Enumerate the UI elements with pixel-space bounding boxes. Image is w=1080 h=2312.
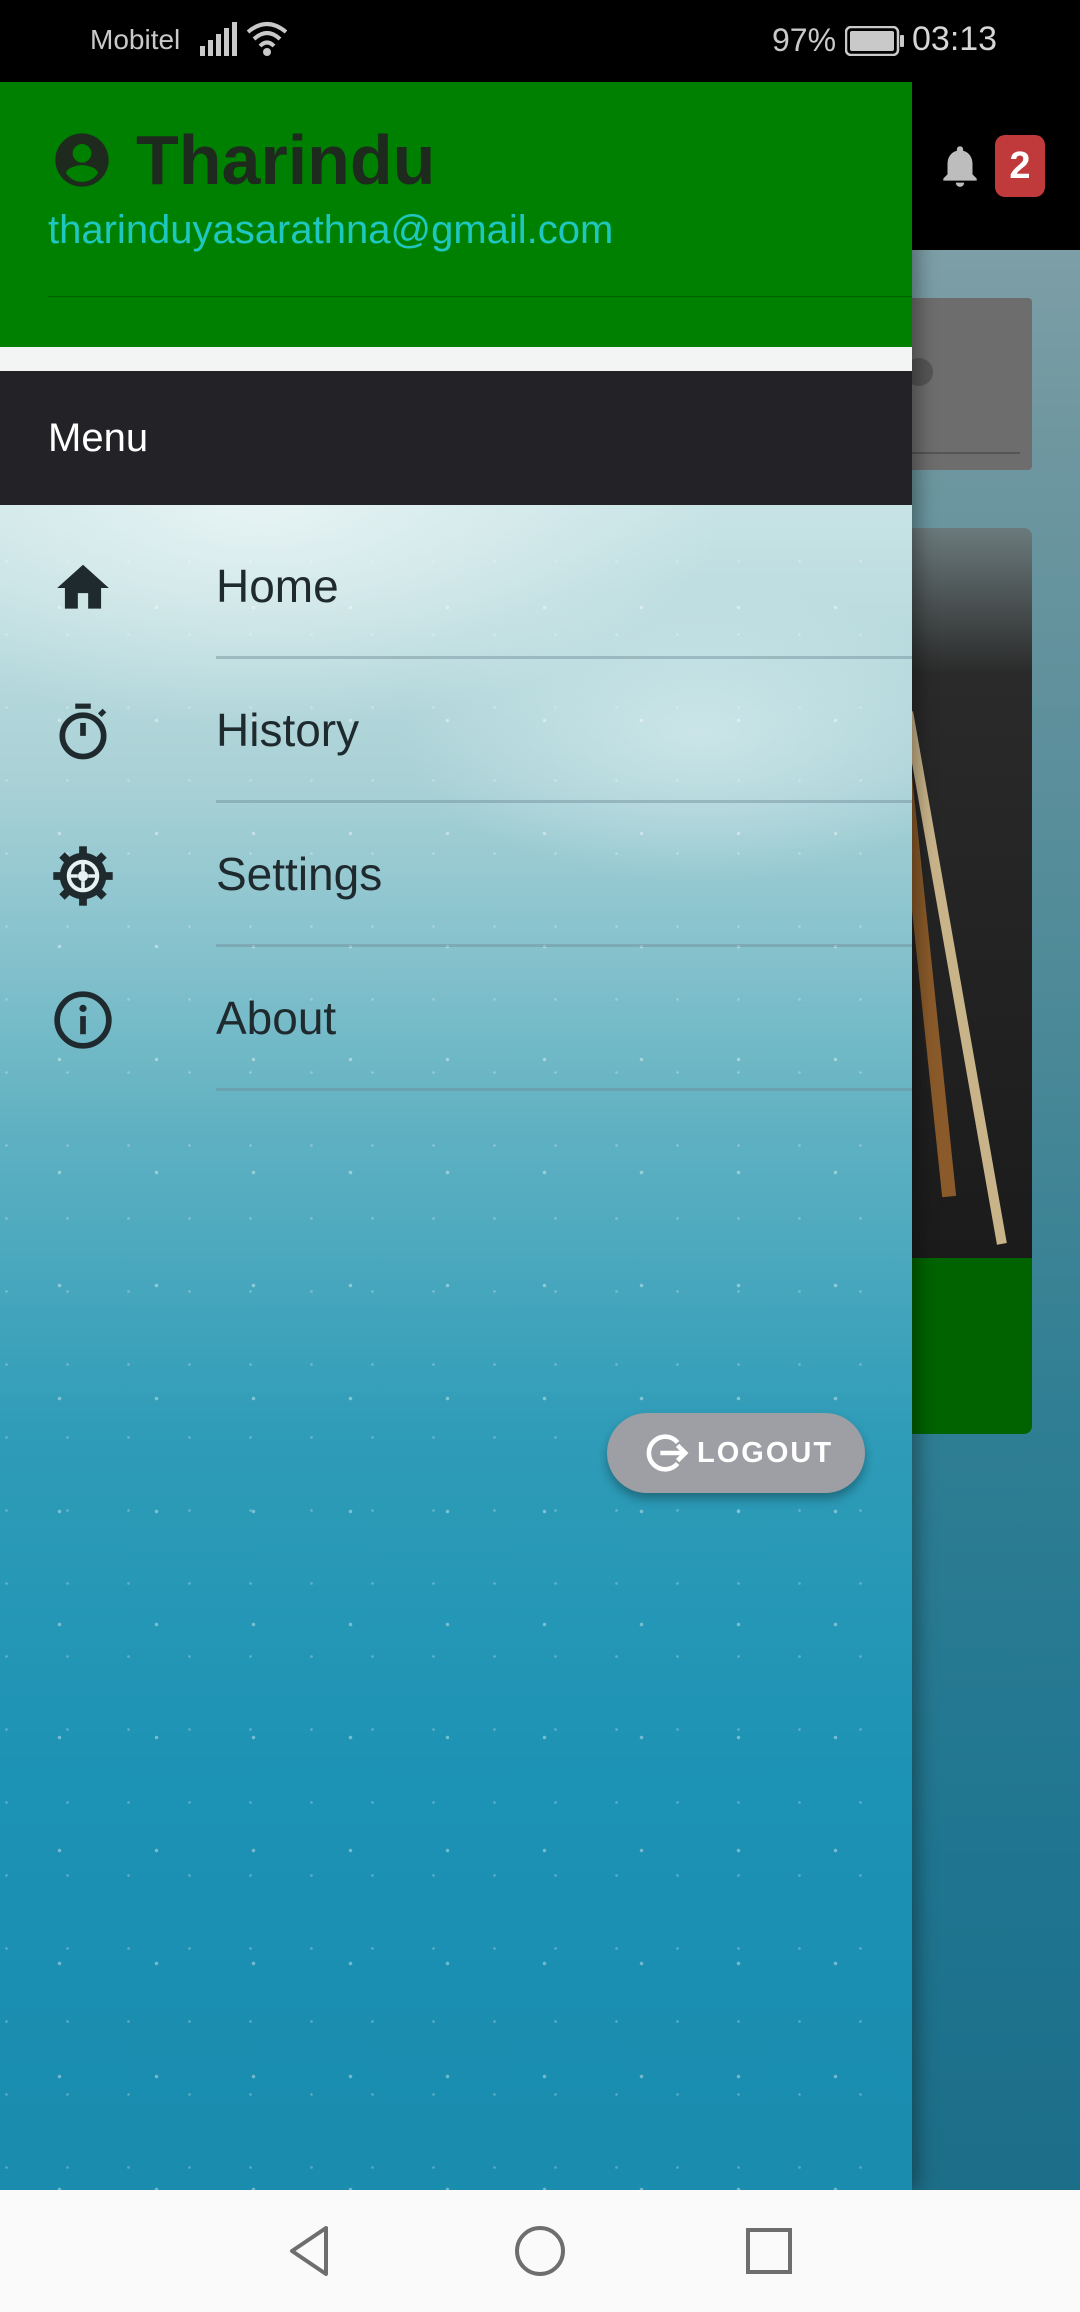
menu-item-label: Home <box>216 560 339 612</box>
user-name: Tharindu <box>136 121 436 199</box>
menu-bar: Menu <box>0 371 912 505</box>
back-icon[interactable] <box>278 2220 340 2282</box>
bell-icon <box>943 146 977 187</box>
menu-item-history[interactable]: History <box>0 659 912 803</box>
menu-item-label: About <box>216 992 337 1044</box>
logout-button[interactable]: LOGOUT <box>607 1413 865 1493</box>
account-circle-icon <box>55 133 109 187</box>
header-divider <box>48 296 912 297</box>
background-card <box>905 298 1032 470</box>
menu-title: Menu <box>48 415 149 460</box>
drawer-header: Tharindu tharinduyasarathna@gmail.com <box>0 82 912 347</box>
settings-icon <box>52 845 114 907</box>
background-image-card <box>887 528 1032 1258</box>
recents-square-icon[interactable] <box>738 2220 800 2282</box>
logout-icon <box>646 1434 689 1472</box>
menu-list: Home History Settings About <box>0 515 912 1091</box>
menu-item-label: Settings <box>216 848 383 900</box>
menu-item-about[interactable]: About <box>0 947 912 1091</box>
notifications-button[interactable]: 2 <box>935 135 1045 197</box>
notification-count-badge: 2 <box>995 135 1045 197</box>
carrier-name: Mobitel <box>90 24 181 55</box>
signal-icon <box>200 22 237 56</box>
logout-label: LOGOUT <box>697 1436 834 1469</box>
status-bar: Mobitel 97% 03:13 <box>0 0 1080 82</box>
user-email: tharinduyasarathna@gmail.com <box>48 208 614 252</box>
system-navigation-bar <box>0 2190 1080 2312</box>
clock: 03:13 <box>912 20 998 58</box>
menu-item-home[interactable]: Home <box>0 515 912 659</box>
menu-item-settings[interactable]: Settings <box>0 803 912 947</box>
info-icon <box>52 989 114 1051</box>
background-card-footer <box>905 1258 1032 1434</box>
navigation-drawer: Tharindu tharinduyasarathna@gmail.com Me… <box>0 82 912 2190</box>
home-icon <box>52 557 114 619</box>
home-circle-icon[interactable] <box>509 2220 571 2282</box>
battery-icon <box>845 26 904 56</box>
menu-item-label: History <box>216 704 360 756</box>
user-info: Tharindu <box>50 120 435 200</box>
battery-percentage: 97% <box>772 22 837 58</box>
timer-icon <box>52 701 114 763</box>
wifi-icon <box>246 22 288 56</box>
